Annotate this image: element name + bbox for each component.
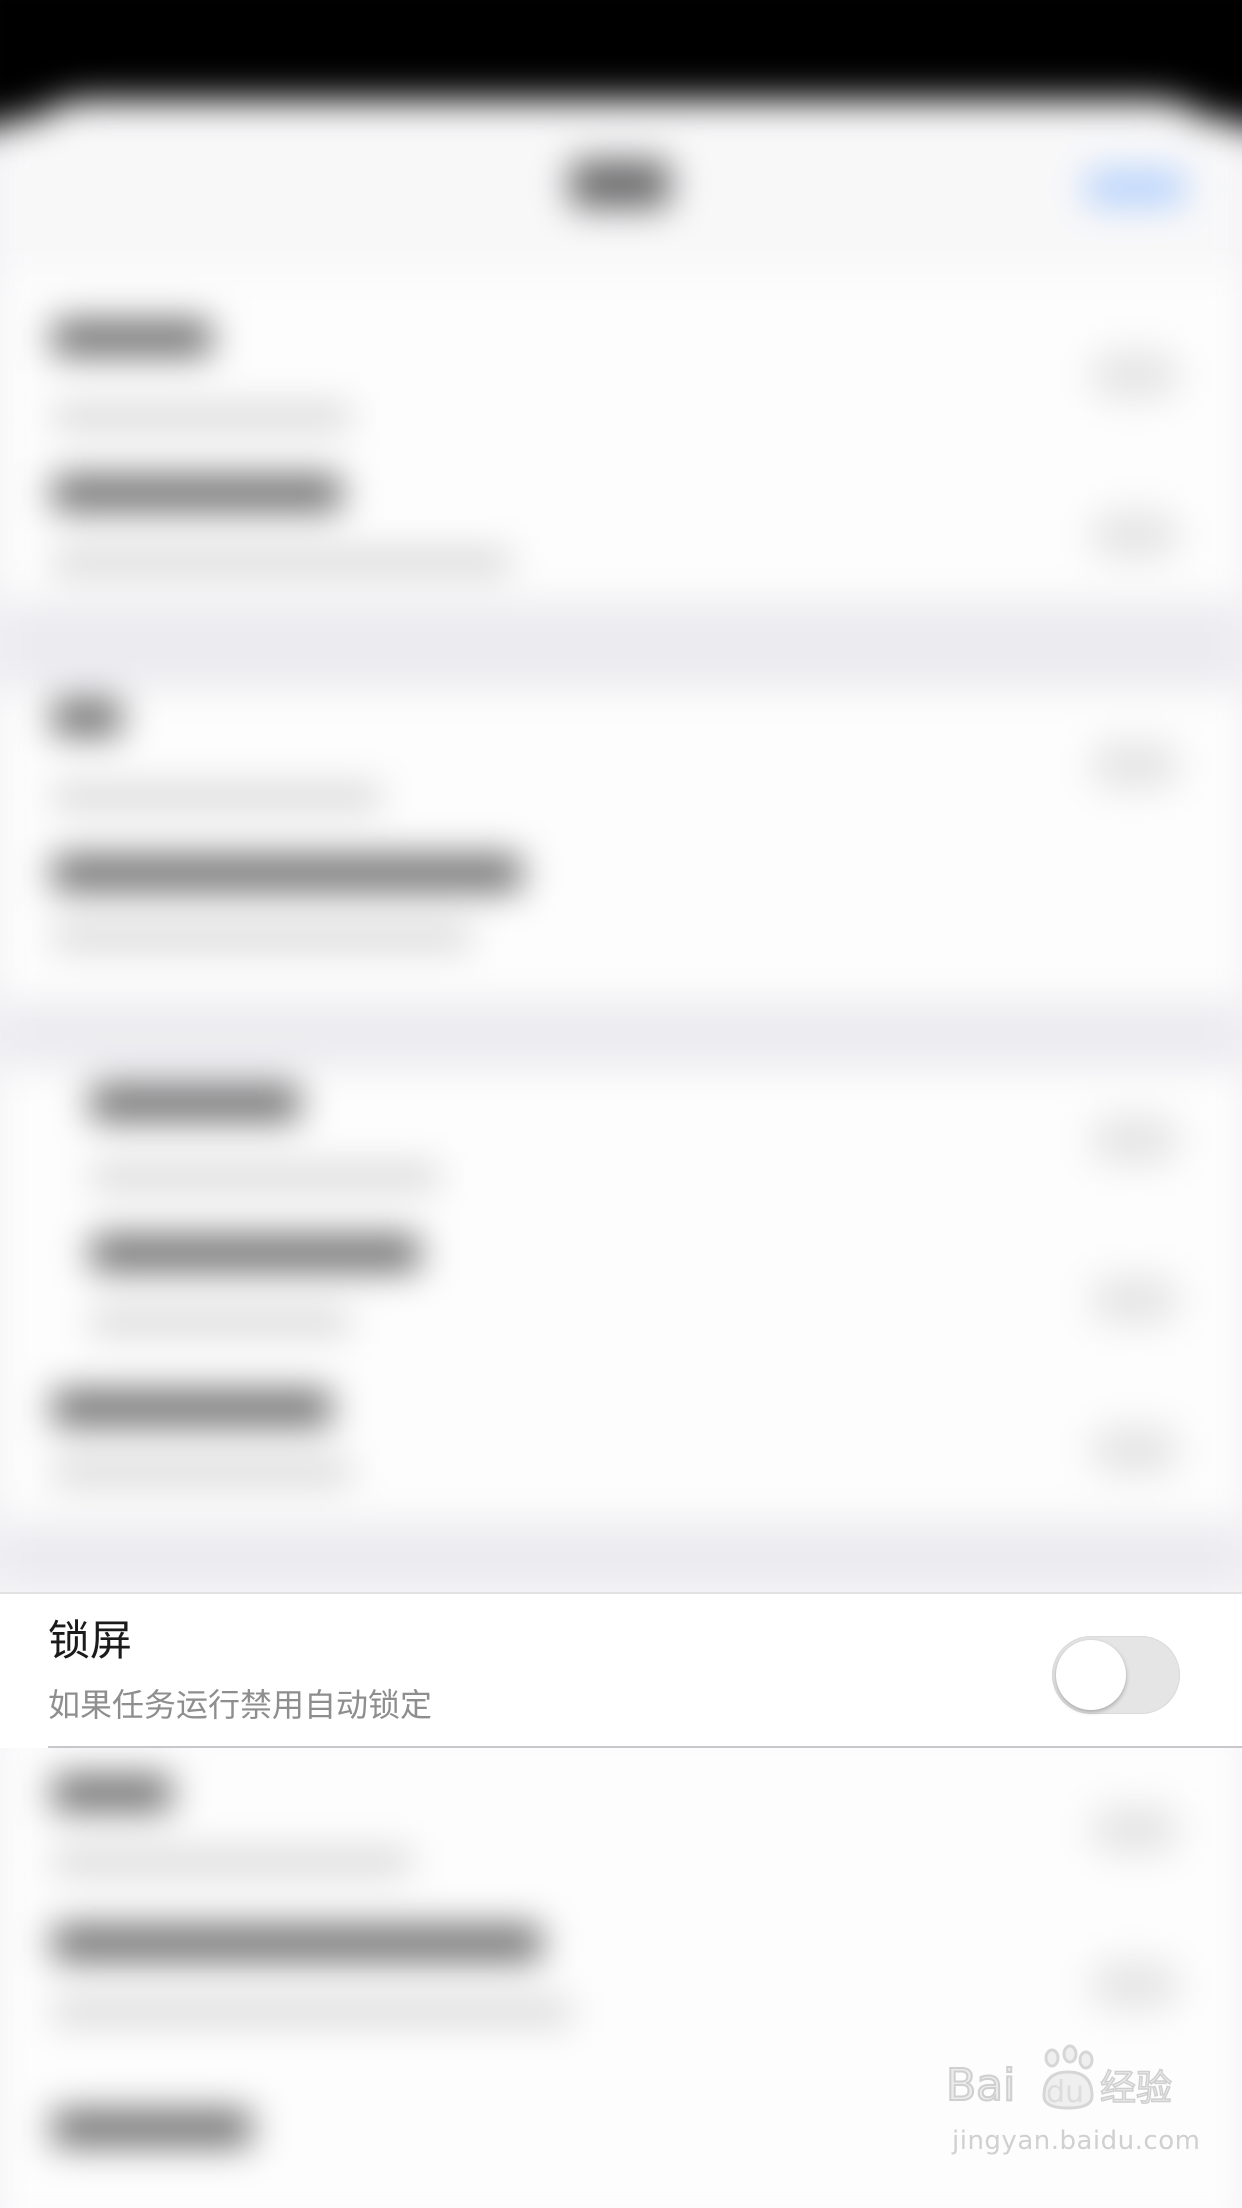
row-subtitle-blurred	[52, 785, 382, 809]
row-title-blurred	[52, 1390, 332, 1426]
row-title-blurred	[90, 1085, 300, 1121]
row-subtitle-blurred	[90, 1165, 440, 1189]
row-title-blurred	[52, 700, 122, 736]
row-subtitle-blurred	[52, 405, 352, 429]
settings-group-2	[0, 690, 1242, 1000]
svg-text:经验: 经验	[1100, 2068, 1172, 2109]
svg-text:du: du	[1046, 2075, 1084, 2110]
row-subtitle-blurred	[52, 550, 512, 574]
row-title-blurred	[90, 1235, 420, 1271]
nav-action-blurred[interactable]	[1085, 170, 1185, 206]
lock-screen-title: 锁屏	[48, 1616, 133, 1665]
row-toggle-blurred[interactable]	[1090, 740, 1180, 790]
row-title-blurred	[52, 1775, 172, 1811]
row-subtitle-blurred	[52, 1850, 412, 1874]
row-toggle-blurred[interactable]	[1090, 510, 1180, 560]
row-title-blurred	[52, 475, 342, 511]
watermark-url: jingyan.baidu.com	[952, 2126, 1201, 2156]
settings-screen: 锁屏 如果任务运行禁用自动锁定 Bai du 经验 jingyan.baidu.…	[0, 0, 1242, 2208]
row-toggle-blurred[interactable]	[1090, 1425, 1180, 1475]
row-toggle-blurred[interactable]	[1090, 1960, 1180, 2010]
row-toggle-blurred[interactable]	[1090, 1805, 1180, 1855]
baidu-jingyan-watermark: Bai du 经验 jingyan.baidu.com	[942, 2042, 1200, 2162]
row-toggle-blurred[interactable]	[1090, 1115, 1180, 1165]
toggle-knob	[1056, 1640, 1126, 1710]
row-title-blurred	[52, 855, 522, 891]
nav-title-blurred	[570, 160, 670, 208]
row-divider	[48, 1746, 1242, 1748]
row-toggle-blurred[interactable]	[1090, 350, 1180, 400]
section-gap	[0, 600, 1242, 690]
blurred-background	[0, 0, 1242, 2208]
row-title-blurred	[52, 320, 212, 356]
baidu-paw-logo-icon: Bai du 经验	[945, 2044, 1173, 2112]
lock-screen-toggle[interactable]	[1052, 1636, 1180, 1714]
row-title-blurred	[52, 2110, 252, 2146]
row-subtitle-blurred	[52, 2000, 572, 2024]
row-title-blurred	[52, 1925, 542, 1961]
section-gap	[0, 1520, 1242, 1595]
lock-screen-setting-row[interactable]: 锁屏 如果任务运行禁用自动锁定	[0, 1592, 1242, 1748]
row-subtitle-blurred	[90, 1310, 350, 1334]
settings-group-3	[0, 1070, 1242, 1520]
row-subtitle-blurred	[52, 925, 472, 949]
section-gap	[0, 1000, 1242, 1070]
row-toggle-blurred[interactable]	[1090, 1275, 1180, 1325]
row-subtitle-blurred	[52, 1460, 352, 1484]
lock-screen-description: 如果任务运行禁用自动锁定	[48, 1686, 433, 1724]
svg-text:Bai: Bai	[946, 2060, 1015, 2111]
